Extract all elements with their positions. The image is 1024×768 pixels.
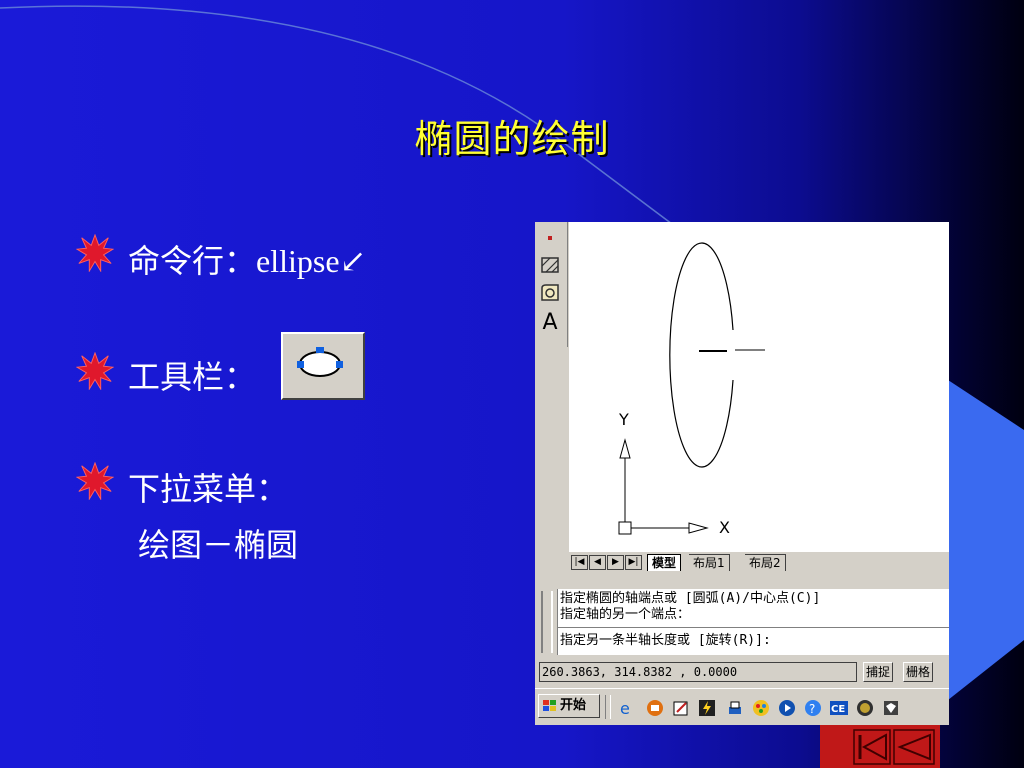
ie-icon[interactable]: e [617,698,637,718]
printer-icon[interactable] [725,698,745,718]
command-history-line: 指定轴的另一个端点： [560,607,691,622]
command-area: 指定椭圆的轴端点或 [圆弧(A)/中心点(C)] 指定轴的另一个端点： 指定另一… [535,577,949,657]
first-slide-icon[interactable] [853,729,891,765]
command-value: ellipse [256,243,340,279]
grid-button[interactable]: 栅格 [903,662,934,682]
svg-text:?: ? [809,702,815,716]
star-bullet-icon [76,462,114,500]
previous-slide-icon[interactable] [893,729,935,765]
text-icon[interactable]: A [537,310,563,336]
bullet-dropdown-menu: 下拉菜单： [128,470,289,508]
bullet-label: 命令行： [128,242,257,280]
ellipse-tool-icon [297,347,343,377]
shield-icon[interactable] [881,698,901,718]
ce-icon[interactable]: CE [829,698,849,718]
cad-window: A Y X |◀ ◀ ▶ ▶| 模型 布局1 布局2 指定椭圆的轴端点或 [圆弧… [535,222,949,725]
command-prompt: 指定另一条半轴长度或 [旋转(R)]: [560,633,771,648]
command-window[interactable]: 指定椭圆的轴端点或 [圆弧(A)/中心点(C)] 指定轴的另一个端点： 指定另一… [557,589,949,655]
command-history-line: 指定椭圆的轴端点或 [圆弧(A)/中心点(C)] [560,591,821,606]
slide-title: 椭圆的绘制 [414,117,610,161]
edit-icon[interactable] [671,698,691,718]
layout-tab-bar: |◀ ◀ ▶ ▶| 模型 布局1 布局2 [569,552,949,574]
globe-icon[interactable] [855,698,875,718]
snap-button[interactable]: 捕捉 [863,662,894,682]
start-button[interactable]: 开始 [538,694,600,718]
ellipse-tool-button[interactable] [281,332,365,400]
app-icon[interactable] [645,698,665,718]
bullet-toolbar: 工具栏： [128,358,257,396]
tab-next-button[interactable]: ▶ [607,555,624,570]
svg-text:e: e [620,699,630,718]
windows-logo-icon [543,699,556,711]
start-label: 开始 [560,698,587,713]
star-bullet-icon [76,234,114,272]
ucs-y-label: Y [619,410,629,429]
paint-icon[interactable] [751,698,771,718]
bullet-command-line: 命令行：ellipse↙ [128,236,366,282]
enter-symbol: ↙ [339,242,367,280]
star-bullet-icon [76,352,114,390]
command-grip[interactable] [541,591,553,653]
draw-toolbar: A [535,222,568,347]
point-icon[interactable] [537,226,563,252]
ce-label: CE [831,704,845,715]
ellipse-shape [669,242,734,468]
tab-prev-button[interactable]: ◀ [589,555,606,570]
hatch-icon[interactable] [537,252,563,278]
tab-layout2[interactable]: 布局2 [745,554,786,571]
slide-navigation [820,725,940,768]
canvas-drawing [618,242,765,535]
coordinate-readout: 260.3863, 314.8382 , 0.0000 [539,662,857,682]
flash-icon[interactable] [697,698,717,718]
help-icon[interactable]: ? [803,698,823,718]
ucs-x-label: X [719,518,730,537]
tab-model[interactable]: 模型 [647,554,682,571]
tab-first-button[interactable]: |◀ [571,555,588,570]
media-icon[interactable] [777,698,797,718]
tab-last-button[interactable]: ▶| [625,555,642,570]
tab-layout1[interactable]: 布局1 [689,554,730,571]
drawing-canvas[interactable]: Y X [569,222,949,552]
region-icon[interactable] [537,280,563,306]
windows-taskbar: 开始 e ? CE [535,688,949,725]
menu-path: 绘图－椭圆 [138,526,299,564]
status-bar: 260.3863, 314.8382 , 0.0000 捕捉 栅格 [535,658,949,686]
